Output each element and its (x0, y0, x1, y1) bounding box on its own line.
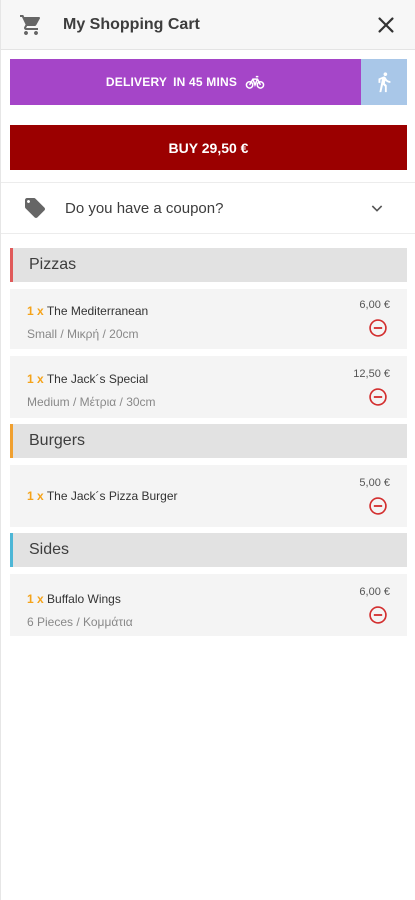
shopping-cart-icon (20, 14, 41, 35)
item-quantity: 1 x (27, 304, 44, 318)
item-name: The Jack´s Pizza Burger (46, 489, 178, 503)
remove-circle-icon[interactable] (368, 387, 388, 407)
item-name-line: 1 x The Jack´s Pizza Burger (27, 465, 389, 503)
section-title: Sides (29, 541, 70, 558)
item-options: Small / Μικρή / 20cm (27, 327, 139, 341)
delivery-button[interactable]: DELIVERY IN 45 MINS (10, 59, 361, 105)
page-title: My Shopping Cart (63, 15, 200, 33)
item-name-line: 1 x The Jack´s Special (27, 356, 389, 386)
section-title: Burgers (29, 432, 86, 449)
close-icon[interactable] (375, 14, 397, 36)
cart-header: My Shopping Cart (1, 0, 415, 50)
order-mode-row: DELIVERY IN 45 MINS (10, 59, 407, 105)
item-name: The Mediterranean (46, 304, 149, 318)
section-accent (10, 248, 13, 282)
remove-circle-icon[interactable] (368, 605, 388, 625)
buy-button[interactable]: BUY 29,50 € (10, 125, 407, 170)
delivery-label: DELIVERY (105, 75, 168, 89)
item-price: 6,00 € (359, 299, 390, 311)
cart-item: 1 x Buffalo Wings 6 Pieces / Κομμάτια 6,… (10, 574, 407, 636)
item-options: 6 Pieces / Κομμάτια (27, 615, 133, 629)
section-accent (10, 424, 13, 458)
section-header-sides: Sides (10, 533, 407, 567)
section-header-pizzas: Pizzas (10, 248, 407, 282)
section-header-burgers: Burgers (10, 424, 407, 458)
delivery-time-label: IN 45 MINS (173, 75, 238, 89)
section-title: Pizzas (29, 256, 77, 273)
cart-item: 1 x The Jack´s Pizza Burger 5,00 € (10, 465, 407, 527)
item-name-line: 1 x Buffalo Wings (27, 574, 389, 606)
coupon-label: Do you have a coupon? (65, 199, 224, 217)
chevron-down-icon (371, 205, 383, 212)
item-price: 5,00 € (359, 477, 390, 489)
item-price: 6,00 € (359, 586, 390, 598)
item-price: 12,50 € (353, 368, 390, 380)
tag-icon (25, 198, 45, 218)
item-quantity: 1 x (27, 489, 44, 503)
item-quantity: 1 x (27, 592, 44, 606)
pickup-button[interactable] (361, 59, 407, 105)
item-name-line: 1 x The Mediterranean (27, 289, 389, 318)
item-name: Buffalo Wings (47, 592, 121, 606)
remove-circle-icon[interactable] (368, 496, 388, 516)
section-accent (10, 533, 13, 567)
item-options: Medium / Μέτρια / 30cm (27, 395, 156, 409)
cart-item: 1 x The Jack´s Special Medium / Μέτρια /… (10, 356, 407, 418)
cart-panel: My Shopping Cart DELIVERY IN 45 MINS BUY… (0, 0, 415, 900)
remove-circle-icon[interactable] (368, 318, 388, 338)
bicycle-icon (245, 75, 265, 89)
walking-person-icon (378, 72, 391, 93)
cart-item: 1 x The Mediterranean Small / Μικρή / 20… (10, 289, 407, 349)
item-quantity: 1 x (27, 372, 44, 386)
item-name: The Jack´s Special (46, 372, 149, 386)
coupon-toggle[interactable]: Do you have a coupon? (1, 182, 415, 234)
